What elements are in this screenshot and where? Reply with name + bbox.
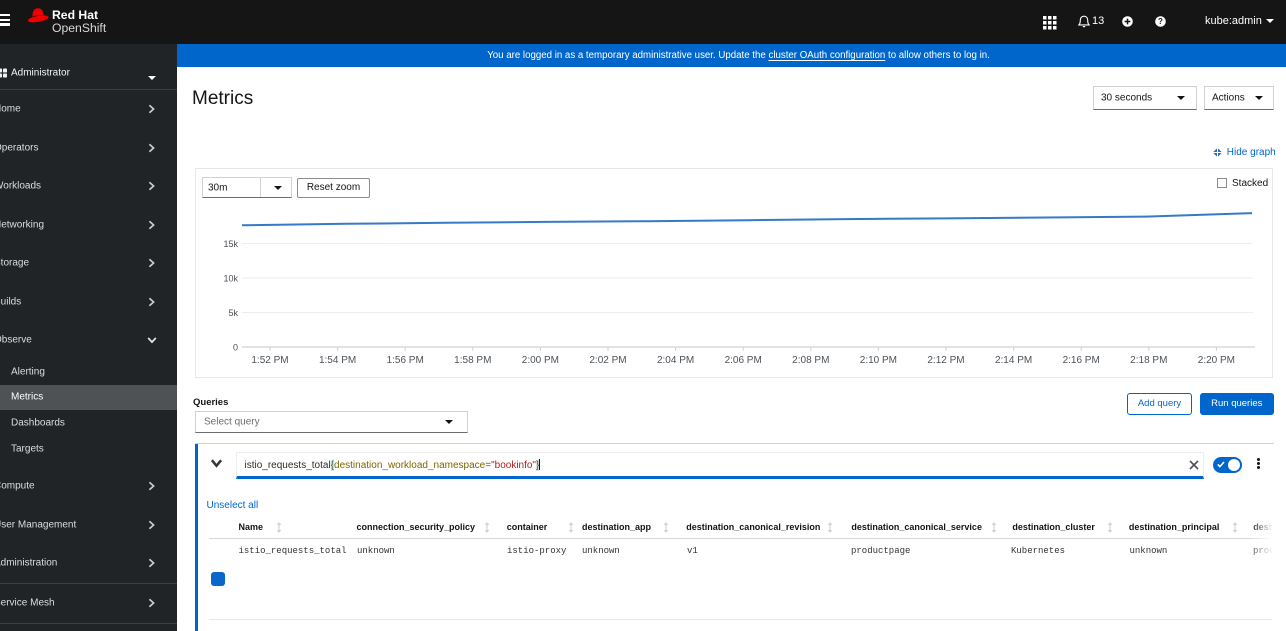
svg-text:2:20 PM: 2:20 PM bbox=[1198, 355, 1235, 366]
svg-text:2:00 PM: 2:00 PM bbox=[522, 355, 559, 366]
svg-text:2:10 PM: 2:10 PM bbox=[860, 355, 897, 366]
svg-text:1:58 PM: 1:58 PM bbox=[454, 355, 491, 366]
svg-text:2:04 PM: 2:04 PM bbox=[657, 355, 694, 366]
svg-text:2:06 PM: 2:06 PM bbox=[725, 355, 762, 366]
svg-text:1:56 PM: 1:56 PM bbox=[387, 355, 424, 366]
svg-text:2:18 PM: 2:18 PM bbox=[1130, 355, 1167, 366]
svg-text:0: 0 bbox=[233, 343, 238, 353]
svg-text:1:52 PM: 1:52 PM bbox=[251, 355, 288, 366]
svg-text:2:14 PM: 2:14 PM bbox=[995, 355, 1032, 366]
svg-text:2:12 PM: 2:12 PM bbox=[927, 355, 964, 366]
svg-text:10k: 10k bbox=[223, 274, 238, 284]
svg-text:15k: 15k bbox=[223, 239, 238, 249]
svg-text:2:02 PM: 2:02 PM bbox=[589, 355, 626, 366]
svg-text:1:54 PM: 1:54 PM bbox=[319, 355, 356, 366]
svg-text:2:16 PM: 2:16 PM bbox=[1063, 355, 1100, 366]
svg-text:2:08 PM: 2:08 PM bbox=[792, 355, 829, 366]
svg-text:5k: 5k bbox=[228, 308, 238, 318]
svg-text:?: ? bbox=[1158, 17, 1163, 26]
